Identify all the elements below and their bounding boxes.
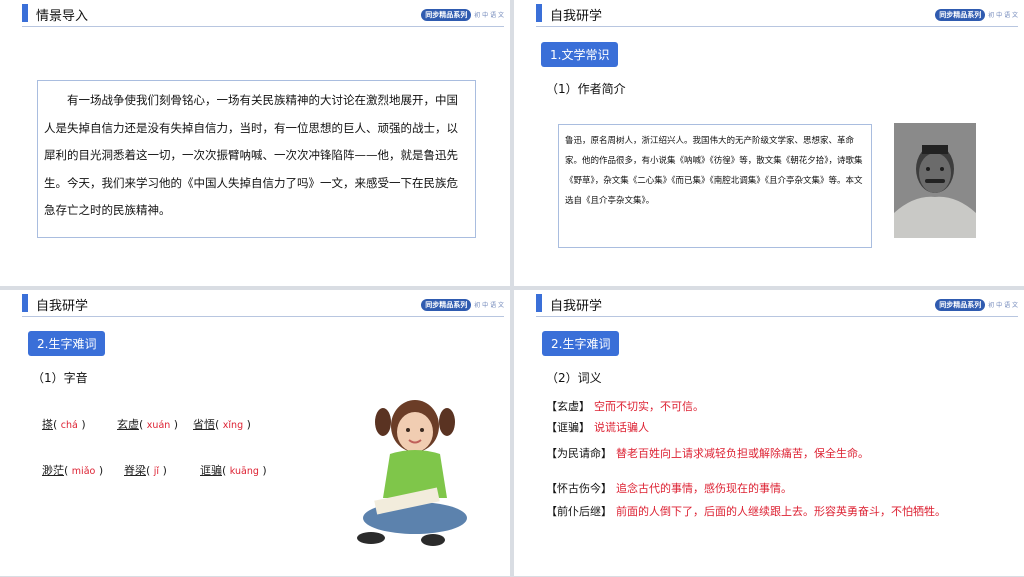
title-divider bbox=[536, 316, 1018, 317]
subheading: （2）词义 bbox=[546, 371, 602, 385]
series-subtitle: 初 中 语 文 bbox=[988, 12, 1018, 19]
definition-item: 【玄虚】 空而不切实，不可信。 bbox=[546, 400, 704, 413]
section-tag: 2.生字难词 bbox=[542, 331, 620, 356]
section-tag: 2.生字难词 bbox=[28, 331, 106, 356]
subheading: （1）字音 bbox=[32, 371, 88, 385]
slide-pronunciation: 自我研学 同步精品系列 初 中 语 文 2.生字难词 （1）字音 搽( chá … bbox=[0, 290, 510, 576]
reading-girl-illustration bbox=[357, 400, 467, 546]
pinyin-item: 玄虚( xuán ) bbox=[117, 418, 179, 431]
title-divider bbox=[22, 316, 504, 317]
slide-title: 自我研学 bbox=[550, 299, 603, 314]
definition-item: 【诓骗】 说谎话骗人 bbox=[546, 421, 649, 434]
definition-item: 【前仆后继】 前面的人倒下了，后面的人继续跟上去。形容英勇奋斗，不怕牺牲。 bbox=[546, 505, 946, 518]
series-badge: 同步精品系列 bbox=[421, 298, 472, 311]
pinyin-item: 渺茫( miǎo ) bbox=[42, 464, 104, 477]
pinyin-item: 诓骗( kuāng ) bbox=[200, 464, 267, 477]
slide-title: 情景导入 bbox=[36, 9, 89, 24]
pinyin-item: 脊梁( jǐ ) bbox=[124, 464, 167, 477]
portrait-icon bbox=[894, 123, 976, 238]
title-accent-bar bbox=[22, 294, 28, 312]
title-divider bbox=[536, 26, 1018, 27]
slide-title: 自我研学 bbox=[36, 299, 89, 314]
series-badge: 同步精品系列 bbox=[935, 298, 986, 311]
subheading: （1）作者简介 bbox=[546, 82, 626, 96]
pinyin-item: 省悟( xǐng ) bbox=[193, 418, 251, 431]
slide-author: 自我研学 同步精品系列 初 中 语 文 1.文学常识 （1）作者简介 鲁迅，原名… bbox=[514, 0, 1024, 286]
pinyin-item: 搽( chá ) bbox=[42, 418, 86, 431]
slide-intro: 情景导入 同步精品系列 初 中 语 文 有一场战争使我们刻骨铭心，一场有关民族精… bbox=[0, 0, 510, 286]
series-logo: 同步精品系列 初 中 语 文 bbox=[935, 298, 1018, 311]
series-logo: 同步精品系列 初 中 语 文 bbox=[421, 298, 504, 311]
series-logo: 同步精品系列 初 中 语 文 bbox=[421, 8, 504, 21]
slide-title: 自我研学 bbox=[550, 9, 603, 24]
title-accent-bar bbox=[22, 4, 28, 22]
series-subtitle: 初 中 语 文 bbox=[988, 302, 1018, 309]
section-tag: 1.文学常识 bbox=[541, 42, 619, 67]
title-divider bbox=[22, 26, 504, 27]
series-subtitle: 初 中 语 文 bbox=[474, 302, 504, 309]
series-badge: 同步精品系列 bbox=[935, 8, 986, 21]
author-info-box: 鲁迅，原名周树人，浙江绍兴人。我国伟大的无产阶级文学家、思想家、革命家。他的作品… bbox=[558, 124, 872, 248]
title-accent-bar bbox=[536, 4, 542, 22]
slide-vocabulary: 自我研学 同步精品系列 初 中 语 文 2.生字难词 （2）词义 【玄虚】 空而不… bbox=[514, 290, 1024, 576]
author-portrait-image bbox=[894, 123, 976, 238]
series-badge: 同步精品系列 bbox=[421, 8, 472, 21]
title-accent-bar bbox=[536, 294, 542, 312]
definition-item: 【为民请命】 替老百姓向上请求减轻负担或解除痛苦，保全生命。 bbox=[546, 447, 869, 460]
intro-text-box: 有一场战争使我们刻骨铭心，一场有关民族精神的大讨论在激烈地展开，中国人是失掉自信… bbox=[37, 80, 476, 238]
definition-item: 【怀古伤今】 追念古代的事情，感伤现在的事情。 bbox=[546, 482, 792, 495]
series-subtitle: 初 中 语 文 bbox=[474, 12, 504, 19]
series-logo: 同步精品系列 初 中 语 文 bbox=[935, 8, 1018, 21]
